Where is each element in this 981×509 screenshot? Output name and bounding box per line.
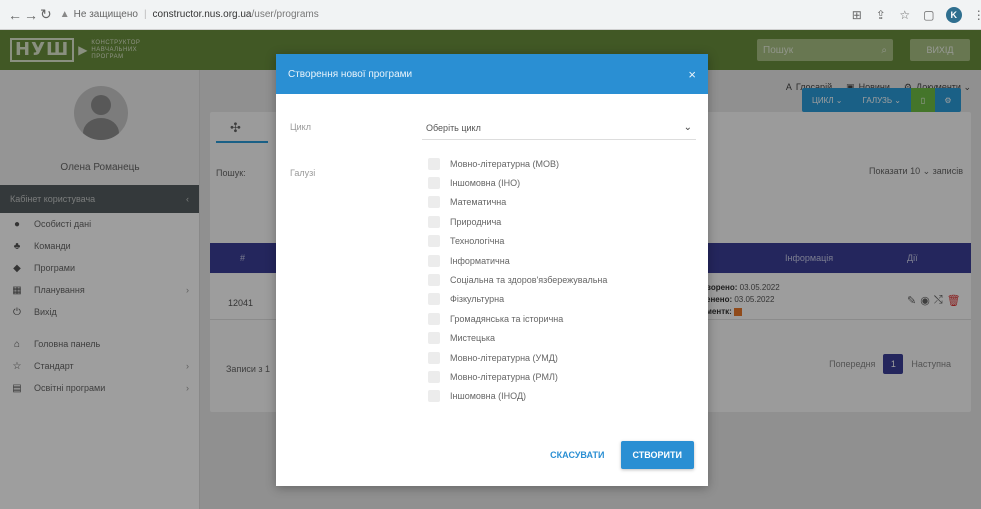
cancel-button[interactable]: СКАСУВАТИ <box>550 450 604 460</box>
checkbox[interactable] <box>428 254 440 267</box>
reload-icon[interactable]: ↻ <box>40 6 52 24</box>
checkbox[interactable] <box>428 157 440 170</box>
address-bar[interactable]: ▲ Не защищено | constructor.nus.org.ua /… <box>60 5 850 25</box>
modal-buttons: СКАСУВАТИ СТВОРИТИ <box>550 441 694 469</box>
branch-option[interactable]: Фізкультурна <box>428 290 607 309</box>
bookmark-star-icon[interactable]: ☆ <box>898 8 912 22</box>
checkbox[interactable] <box>428 390 440 403</box>
checkbox[interactable] <box>428 196 440 209</box>
branch-option[interactable]: Соціальна та здоров'язбережувальна <box>428 270 607 289</box>
modal-title: Створення нової програми <box>288 68 413 80</box>
checkbox[interactable] <box>428 293 440 306</box>
checkbox[interactable] <box>428 274 440 287</box>
forward-icon[interactable]: → <box>24 6 38 24</box>
branch-option[interactable]: Інформатична <box>428 251 607 270</box>
branch-option[interactable]: Іншомовна (ІНОД) <box>428 387 607 406</box>
branch-option[interactable]: Громадянська та історична <box>428 309 607 328</box>
branch-option[interactable]: Мовно-літературна (УМД) <box>428 348 607 367</box>
security-label: Не защищено <box>73 9 138 20</box>
checkbox[interactable] <box>428 351 440 364</box>
menu-dots-icon[interactable]: ⋮ <box>972 8 981 22</box>
window-icon[interactable]: ▢ <box>922 8 936 22</box>
branches-checklist: Мовно-літературна (МОВ) Іншомовна (ІНО) … <box>428 154 607 406</box>
url-path: /user/programs <box>251 9 319 20</box>
close-icon[interactable]: × <box>688 67 696 82</box>
share-icon[interactable]: ⇪ <box>874 8 888 22</box>
branch-option[interactable]: Природнича <box>428 212 607 231</box>
checkbox[interactable] <box>428 215 440 228</box>
branch-option[interactable]: Іншомовна (ІНО) <box>428 173 607 192</box>
translate-icon[interactable]: ⊞ <box>850 8 864 22</box>
modal-header: Створення нової програми × <box>276 54 708 94</box>
url-host: constructor.nus.org.ua <box>152 9 252 20</box>
checkbox[interactable] <box>428 177 440 190</box>
back-icon[interactable]: ← <box>8 6 22 24</box>
warning-icon: ▲ <box>59 9 70 20</box>
chevron-down-icon: ⌄ <box>683 122 692 133</box>
checkbox[interactable] <box>428 332 440 345</box>
checkbox[interactable] <box>428 312 440 325</box>
branch-option[interactable]: Мовно-літературна (МОВ) <box>428 154 607 173</box>
separator: | <box>143 9 147 20</box>
profile-avatar[interactable]: K <box>945 6 962 23</box>
cycle-label: Цикл <box>290 122 311 132</box>
create-button[interactable]: СТВОРИТИ <box>620 441 694 469</box>
checkbox[interactable] <box>428 370 440 383</box>
branch-option[interactable]: Математична <box>428 193 607 212</box>
branches-label: Галузі <box>290 168 316 178</box>
branch-option[interactable]: Технологічна <box>428 232 607 251</box>
cycle-select-value: Оберіть цикл <box>426 122 481 133</box>
create-program-modal: Створення нової програми × Цикл Оберіть … <box>276 54 708 486</box>
branch-option[interactable]: Мовно-літературна (РМЛ) <box>428 367 607 386</box>
branch-option[interactable]: Мистецька <box>428 329 607 348</box>
browser-toolbar: ← → ↻ ▲ Не защищено | constructor.nus.or… <box>0 0 981 30</box>
cycle-select[interactable]: Оберіть цикл ⌄ <box>422 116 696 140</box>
checkbox[interactable] <box>428 235 440 248</box>
